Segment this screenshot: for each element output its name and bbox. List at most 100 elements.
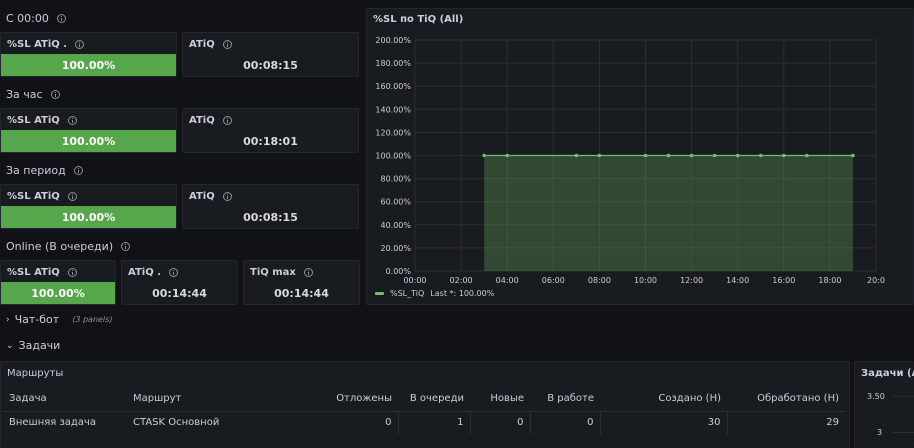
row-tasks[interactable]: ⌄ Задачи [6,339,60,352]
info-icon[interactable] [67,192,77,201]
sl-value: 100.00% [61,134,116,148]
section-since-midnight: С 00:00 [6,12,66,25]
data-point [805,153,809,158]
column-header[interactable]: Создано (Н) [600,387,727,411]
sl-by-tiq-chart-panel: %SL по TiQ (All) 0.00% 20.00% 40.00% 60.00%… [366,8,914,305]
y-tick-label: 80.00% [380,175,411,184]
column-header[interactable]: В очереди [398,387,470,411]
sl-gauge-bar: 100.00% [1,282,115,304]
sl-gauge-bar: 100.00% [1,130,176,152]
y-tick-label: 3.50 [867,392,885,401]
data-point [712,153,717,158]
table-cell: CTASK Основной [127,410,287,434]
data-point [505,153,509,158]
data-point [666,153,671,158]
row-chat-bot[interactable]: › Чат-бот (3 panels) [6,313,112,326]
row-title: Задачи [18,339,61,352]
sl-atiq-gauge-panel: %SL ATiQ 100.00% [0,108,177,153]
atiq-value: 00:18:01 [243,135,298,148]
panel-title: %SL ATiQ . [7,39,68,50]
sl-value: 100.00% [61,210,116,224]
info-icon[interactable] [56,14,66,23]
section-period: За период [6,164,83,177]
column-header[interactable]: Задача [3,387,127,411]
data-point [643,153,648,158]
info-icon[interactable] [50,90,60,99]
x-tick-label: 10:00 [634,276,657,285]
x-tick-label: 00:00 [403,276,426,285]
sl-gauge-bar: 100.00% [1,206,176,228]
grid-line [893,396,914,397]
panel-title: ATiQ . [128,267,161,278]
data-point [758,153,763,158]
tiq-max-value: 00:14:44 [274,287,329,300]
panel-title: Задачи (All [861,368,914,379]
panel-title: ATiQ [189,39,215,50]
sl-by-tiq-chart[interactable]: 0.00% 20.00% 40.00% 60.00% 80.00% 100.00% 120.… [367,9,914,306]
atiq-stat-panel: ATiQ 00:08:15 [182,32,359,77]
chart-legend[interactable]: %SL_TiQ Last *: 100.00% [375,289,494,298]
y-tick-label: 140.00% [375,105,411,114]
info-icon[interactable] [67,268,77,277]
panel-title: ATiQ [189,115,215,126]
x-tick-label: 04:00 [496,276,519,285]
column-header[interactable]: В работе [530,387,600,411]
sl-value: 100.00% [31,286,85,300]
routes-table-panel: Маршруты Задача Маршрут Отложены В очере… [0,361,850,448]
atiq-stat-panel: ATiQ 00:18:01 [182,108,359,153]
table-header-row: Задача Маршрут Отложены В очереди Новые … [3,387,845,411]
grid-line [893,432,914,433]
x-tick-label: 08:00 [588,276,611,285]
data-point [851,153,855,158]
atiq-value: 00:14:44 [152,287,207,300]
chevron-down-icon: ⌄ [6,340,14,351]
info-icon[interactable] [303,268,313,277]
atiq-stat-panel: ATiQ . 00:14:44 [121,260,238,305]
x-tick-label: 02:00 [450,276,473,285]
tasks-chart-panel: Задачи (All 3.50 3 [854,361,914,448]
table-row: Внешняя задача CTASK Основной 0 1 0 0 30… [3,410,845,434]
info-icon[interactable] [222,116,232,125]
atiq-stat-panel: ATiQ 00:08:15 [182,184,359,229]
sl-gauge-bar: 100.00% [1,54,176,76]
chevron-right-icon: › [6,314,10,325]
info-icon[interactable] [73,166,83,175]
table-cell: 0 [287,410,398,434]
section-last-hour: За час [6,88,60,101]
legend-swatch [375,292,384,295]
info-icon[interactable] [222,192,232,201]
panel-count: (3 panels) [72,315,113,324]
table-cell: Внешняя задача [3,410,127,434]
data-point [482,153,486,158]
column-header[interactable]: Маршрут [127,387,287,411]
x-tick-label: 16:00 [772,276,795,285]
tiq-max-stat-panel: TiQ max 00:14:44 [243,260,360,305]
y-tick-label: 200.00% [375,36,411,45]
x-tick-label: 20:0 [867,276,885,285]
table-cell: 1 [397,410,470,434]
info-icon[interactable] [75,40,85,49]
info-icon[interactable] [67,116,77,125]
column-header[interactable]: Новые [470,387,530,411]
info-icon[interactable] [169,268,178,277]
x-tick-label: 06:00 [542,276,565,285]
y-tick-label: 60.00% [380,198,411,207]
panel-title: %SL ATiQ [7,115,60,126]
y-tick-label: 160.00% [375,82,411,91]
column-header[interactable]: Отложены [287,387,398,411]
table-cell: 29 [726,410,845,434]
y-tick-label: 3 [877,428,883,437]
info-icon[interactable] [121,242,131,251]
legend-last-value: Last *: 100.00% [430,289,495,298]
atiq-value: 00:08:15 [243,59,298,72]
legend-series-label: %SL_TiQ [390,289,425,298]
row-title: Чат-бот [14,313,60,326]
column-header[interactable]: Обработано (Н) [727,387,845,411]
sl-atiq-gauge-panel: %SL ATiQ 100.00% [0,260,116,305]
data-point [597,153,602,158]
x-tick-label: 14:00 [726,276,749,285]
info-icon[interactable] [222,40,232,49]
panel-title: %SL ATiQ [7,191,60,202]
y-tick-label: 20.00% [380,244,411,253]
y-tick-label: 0.00% [386,267,412,276]
